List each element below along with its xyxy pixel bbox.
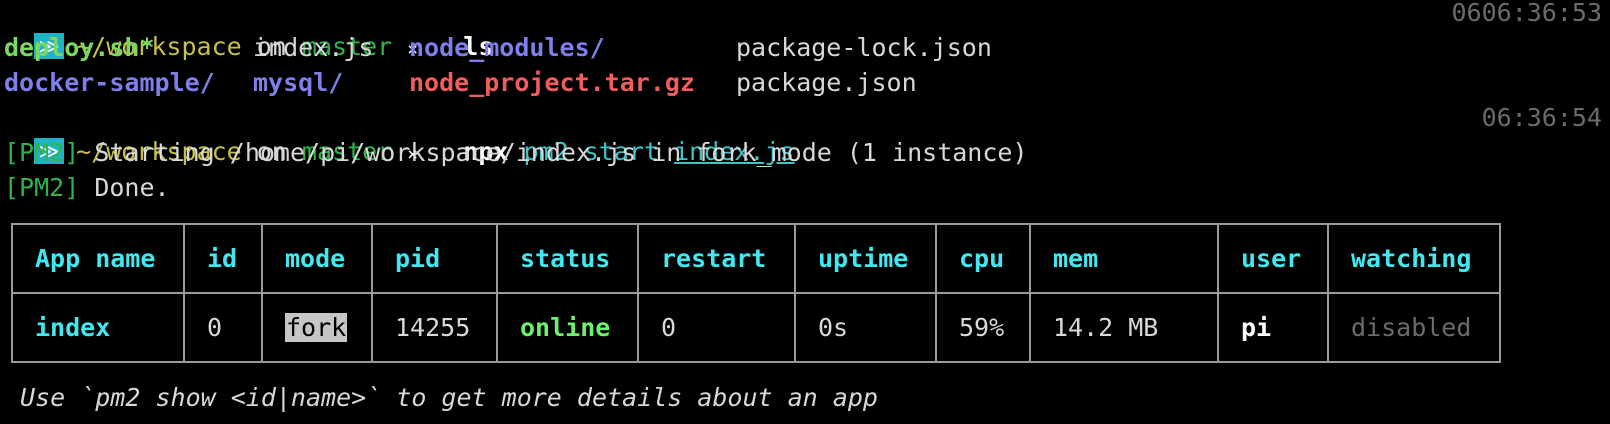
header-uptime: uptime <box>794 223 937 294</box>
cell-watching: disabled <box>1327 292 1501 363</box>
prompt-line-2: ≫ ~/workspace on master × npx pm2 start i… <box>4 101 794 166</box>
cell-status: online <box>496 292 639 363</box>
pm2-process-table: App name id mode pid status restart upti… <box>11 223 1501 363</box>
header-id: id <box>183 223 263 294</box>
mode-value: fork <box>285 313 348 342</box>
pm2-hint-text: Use `pm2 show <id|name>` to get more det… <box>20 383 878 412</box>
cell-cpu: 59% <box>935 292 1031 363</box>
timestamp-1: 0606:36:53 <box>1451 0 1602 27</box>
cell-mode: fork <box>261 292 373 363</box>
header-mem: mem <box>1029 223 1219 294</box>
prompt-line-1: ≫ ~/workspace on master × ls <box>4 0 493 61</box>
ls-entry: node_project.tar.gz <box>409 68 695 97</box>
header-restart: restart <box>637 223 796 294</box>
cell-user: pi <box>1217 292 1329 363</box>
header-status: status <box>496 223 639 294</box>
cell-restart: 0 <box>637 292 796 363</box>
table-row: index 0 fork 14255 online 0 0s 59% 14.2 … <box>11 292 1501 363</box>
header-user: user <box>1217 223 1329 294</box>
pm2-tag: [PM2] <box>4 173 80 202</box>
ls-entry: package.json <box>736 68 917 97</box>
pm2-message: Done. <box>79 173 170 202</box>
header-app-name: App name <box>11 223 185 294</box>
ls-entry: docker-sample/ <box>4 68 215 97</box>
cell-id: 0 <box>183 292 263 363</box>
header-mode: mode <box>261 223 373 294</box>
header-pid: pid <box>371 223 498 294</box>
header-cpu: cpu <box>935 223 1031 294</box>
ls-entry: deploy.sh* <box>4 33 155 62</box>
pm2-message: Starting /home/pi/workspace/index.js in … <box>79 138 1028 167</box>
cell-app-name: index <box>11 292 185 363</box>
cell-uptime: 0s <box>794 292 937 363</box>
table-header-row: App name id mode pid status restart upti… <box>11 223 1501 294</box>
header-watching: watching <box>1327 223 1501 294</box>
ls-entry: package-lock.json <box>736 33 992 62</box>
ls-entry: index.js <box>253 33 374 62</box>
timestamp-2: 06:36:54 <box>1481 103 1602 132</box>
cell-pid: 14255 <box>371 292 498 363</box>
pm2-output-line-2: [PM2] Done. <box>4 171 170 205</box>
ls-entry: node_modules/ <box>409 33 605 62</box>
ls-entry: mysql/ <box>253 68 344 97</box>
pm2-tag: [PM2] <box>4 138 80 167</box>
cell-mem: 14.2 MB <box>1029 292 1219 363</box>
pm2-output-line-1: [PM2] Starting /home/pi/workspace/index.… <box>4 136 1028 170</box>
